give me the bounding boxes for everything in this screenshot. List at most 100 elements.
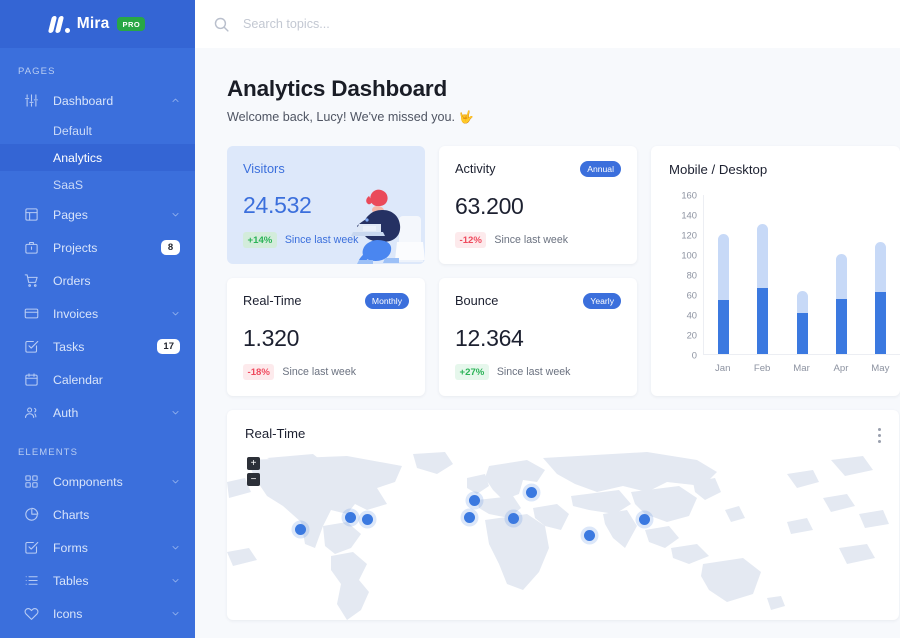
stat-card-delta-chip: -12% — [455, 232, 487, 248]
chart-bar-column[interactable] — [743, 194, 782, 354]
sidebar-item-invoices[interactable]: Invoices — [0, 297, 195, 330]
sidebar-item-auth[interactable]: Auth — [0, 396, 195, 429]
chevron-down-icon[interactable] — [171, 477, 180, 486]
chart-bar-column[interactable] — [822, 194, 861, 354]
chevron-down-icon[interactable] — [171, 309, 180, 318]
sidebar-item-badge: 17 — [157, 339, 180, 354]
sidebar-item-label: Invoices — [53, 306, 99, 321]
stat-card-period-badge[interactable]: Yearly — [583, 293, 621, 309]
app-root: Mira PRO PAGES Dashboard Default Analytics S… — [0, 0, 900, 638]
map-marker[interactable] — [345, 512, 356, 523]
chevron-down-icon[interactable] — [171, 576, 180, 585]
stat-card-footer: -18% Since last week — [243, 364, 356, 380]
kebab-menu-icon[interactable] — [874, 426, 885, 445]
chevron-down-icon[interactable] — [171, 543, 180, 552]
chart-y-tick: 80 — [686, 269, 697, 281]
sliders-icon — [23, 92, 40, 109]
map-marker[interactable] — [362, 514, 373, 525]
sidebar-item-label: Icons — [53, 606, 83, 621]
sidebar-item-icons[interactable]: Icons — [0, 597, 195, 630]
map-marker[interactable] — [508, 513, 519, 524]
map-zoom-controls: + − — [247, 457, 260, 489]
sidebar-item-dashboard[interactable]: Dashboard — [0, 84, 195, 117]
users-icon — [23, 404, 40, 421]
sidebar-item-tables[interactable]: Tables — [0, 564, 195, 597]
chevron-up-icon[interactable] — [171, 96, 180, 105]
dashboard-grid: Visitors 24.532 +14% Since last week Activi… — [227, 146, 900, 396]
stat-card-value: 1.320 — [243, 325, 300, 351]
sidebar-item-label: Dashboard — [53, 93, 114, 108]
chevron-down-icon[interactable] — [171, 210, 180, 219]
sidebar-item-maps[interactable]: Maps — [0, 630, 195, 638]
page-title: Analytics Dashboard — [227, 76, 448, 101]
brand-logo[interactable]: Mira PRO — [0, 0, 195, 48]
sidebar-item-label: Tasks — [53, 339, 85, 354]
sidebar-item-tasks[interactable]: Tasks 17 — [0, 330, 195, 363]
chart-x-label: Feb — [753, 363, 771, 374]
sidebar-item-components[interactable]: Components — [0, 465, 195, 498]
map-marker[interactable] — [295, 524, 306, 535]
sidebar-item-label: Charts — [53, 507, 90, 522]
stat-card-delta-label: Since last week — [496, 366, 571, 378]
chart-bar-column[interactable] — [704, 194, 743, 354]
map-marker[interactable] — [469, 495, 480, 506]
sidebar-subitem-analytics[interactable]: Analytics — [0, 144, 195, 171]
pie-chart-icon — [23, 506, 40, 523]
chart-y-tick: 120 — [681, 229, 697, 241]
sidebar-item-forms[interactable]: Forms — [0, 531, 195, 564]
map-marker[interactable] — [639, 514, 650, 525]
chevron-down-icon[interactable] — [171, 609, 180, 618]
world-map[interactable] — [227, 452, 899, 620]
sidebar-item-calendar[interactable]: Calendar — [0, 363, 195, 396]
chart-bar-stack — [796, 291, 808, 354]
sidebar-item-label: Forms — [53, 540, 88, 555]
credit-card-icon — [23, 305, 40, 322]
stat-row-bottom: Real-Time Monthly 1.320 -18% Since last week… — [227, 278, 637, 396]
chart-y-tick: 140 — [681, 209, 697, 221]
list-icon — [23, 572, 40, 589]
stat-card-period-badge[interactable]: Annual — [580, 161, 621, 177]
realtime-map-card: Real-Time + − — [227, 410, 899, 620]
stat-card-title: Bounce — [455, 293, 499, 308]
wave-emoji-icon: 🤟 — [458, 110, 474, 124]
sidebar-subitem-default[interactable]: Default — [0, 117, 195, 144]
page-content: Analytics Dashboard Welcome back, Lucy! … — [195, 48, 900, 620]
mobile-desktop-chart-card: Mobile / Desktop 160 140 120 100 80 60 40 20 0 J… — [651, 146, 900, 396]
sidebar-item-charts[interactable]: Charts — [0, 498, 195, 531]
map-marker[interactable] — [526, 487, 537, 498]
heart-icon — [23, 605, 40, 622]
sidebar-section-label: ELEMENTS — [18, 447, 79, 458]
chart-title: Mobile / Desktop — [669, 162, 768, 177]
chart-bar-stack — [835, 254, 847, 354]
search-input[interactable] — [243, 17, 563, 31]
chart-bar-column[interactable] — [782, 194, 821, 354]
sidebar-subitem-saas[interactable]: SaaS — [0, 171, 195, 198]
chart-bar-segment-desktop — [874, 242, 886, 292]
search-bar[interactable] — [213, 16, 563, 33]
stat-card-footer: +27% Since last week — [455, 364, 570, 380]
chart-bar-segment-mobile — [796, 313, 808, 354]
sidebar: Mira PRO PAGES Dashboard Default Analytics S… — [0, 0, 195, 638]
grid-icon — [23, 473, 40, 490]
sidebar-item-badge: 8 — [161, 240, 180, 255]
pro-badge: PRO — [117, 17, 146, 31]
stat-card-delta-chip: +14% — [243, 232, 277, 248]
sidebar-item-pages[interactable]: Pages — [0, 198, 195, 231]
chevron-down-icon[interactable] — [171, 408, 180, 417]
main-area: Analytics Dashboard Welcome back, Lucy! … — [195, 0, 900, 638]
chart-bar-segment-mobile — [874, 292, 886, 354]
chart-y-tick: 100 — [681, 249, 697, 261]
map-marker[interactable] — [584, 530, 595, 541]
chart-x-label: Mar — [793, 363, 810, 374]
sidebar-item-label: Calendar — [53, 372, 103, 387]
map-marker[interactable] — [464, 512, 475, 523]
chart-bar-column[interactable] — [861, 194, 900, 354]
stat-card-period-badge[interactable]: Monthly — [364, 293, 409, 309]
chart-bar-stack — [874, 242, 886, 354]
map-zoom-out-button[interactable]: − — [247, 473, 260, 486]
chart-y-tick: 20 — [686, 329, 697, 341]
sidebar-item-projects[interactable]: Projects 8 — [0, 231, 195, 264]
stat-row-top: Visitors 24.532 +14% Since last week Activi… — [227, 146, 637, 264]
sidebar-item-orders[interactable]: Orders — [0, 264, 195, 297]
map-zoom-in-button[interactable]: + — [247, 457, 260, 470]
